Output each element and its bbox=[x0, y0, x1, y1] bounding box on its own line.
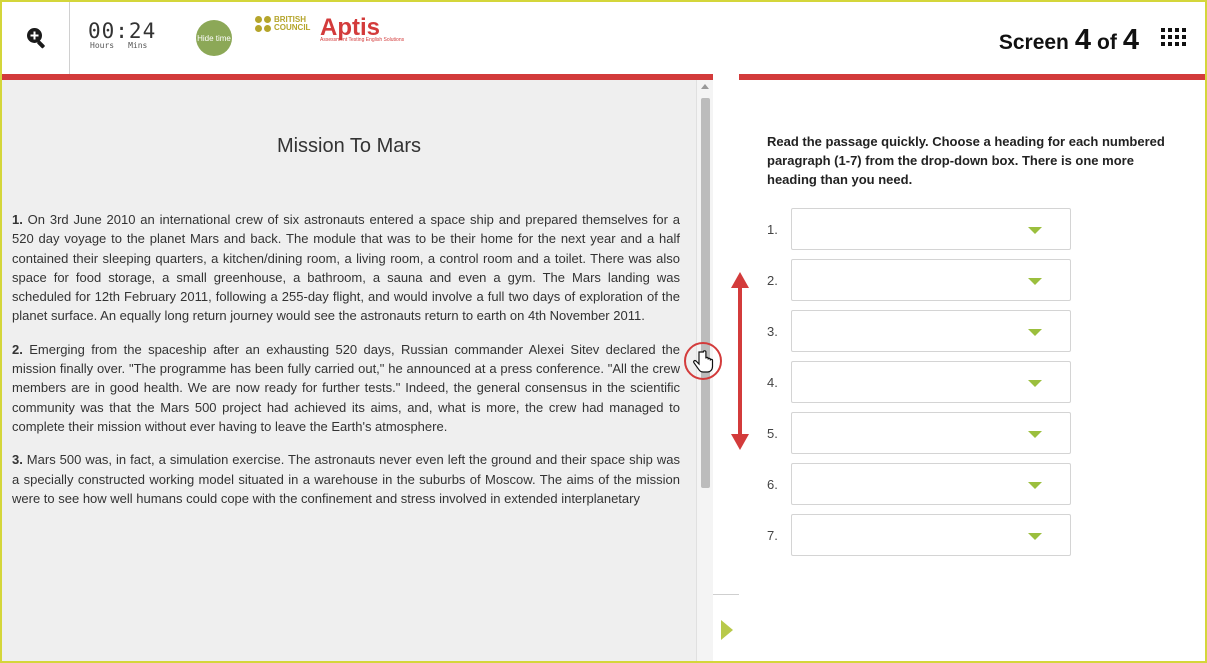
heading-number: 5. bbox=[767, 425, 778, 441]
heading-dropdown-1[interactable] bbox=[791, 208, 1071, 250]
expand-panel-icon bbox=[720, 619, 733, 640]
heading-dropdown-6[interactable] bbox=[791, 463, 1071, 505]
heading-row-7: 7. bbox=[767, 514, 1071, 556]
heading-dropdown-2[interactable] bbox=[791, 259, 1071, 301]
grid-menu-icon[interactable] bbox=[1161, 28, 1187, 48]
paragraph-2: 2. Emerging from the spaceship after an … bbox=[12, 340, 680, 436]
screen-current: 4 bbox=[1074, 24, 1092, 56]
zoom-button[interactable] bbox=[2, 2, 70, 74]
heading-number: 4. bbox=[767, 374, 778, 390]
heading-number: 3. bbox=[767, 323, 778, 339]
scroll-up-icon[interactable] bbox=[701, 84, 709, 89]
british-council-text: BRITISH COUNCIL bbox=[274, 15, 311, 32]
heading-row-4: 4. bbox=[767, 361, 1071, 403]
scroll-thumb[interactable] bbox=[701, 98, 710, 488]
heading-dropdown-3[interactable] bbox=[791, 310, 1071, 352]
passage-title: Mission To Mars bbox=[276, 135, 422, 157]
passage-panel: Mission To Mars 1. On 3rd June 2010 an i… bbox=[2, 80, 696, 661]
chevron-down-icon bbox=[1028, 482, 1042, 489]
paragraph-number: 1. bbox=[12, 212, 23, 227]
expand-panel-button[interactable] bbox=[713, 594, 741, 661]
paragraph-1: 1. On 3rd June 2010 an international cre… bbox=[12, 210, 680, 326]
double-arrow-icon bbox=[731, 272, 749, 450]
header: 00:24 Hours Mins Hide time BRITISH COUNC… bbox=[2, 2, 1205, 74]
passage-text: 1. On 3rd June 2010 an international cre… bbox=[12, 210, 680, 522]
screen-prefix: Screen bbox=[998, 31, 1069, 54]
british-council-logo: BRITISH COUNCIL bbox=[255, 16, 314, 32]
timer: 00:24 Hours Mins bbox=[88, 19, 156, 50]
heading-number: 7. bbox=[767, 527, 778, 543]
heading-dropdown-5[interactable] bbox=[791, 412, 1071, 454]
screen-indicator: Screen 4 of 4 bbox=[999, 24, 1139, 57]
heading-row-6: 6. bbox=[767, 463, 1071, 505]
screen-of: of bbox=[1097, 31, 1117, 54]
hide-time-button[interactable]: Hide time bbox=[196, 20, 232, 56]
paragraph-text: Emerging from the spaceship after an exh… bbox=[12, 341, 680, 434]
aptis-tagline: Assessment Testing English Solutions bbox=[320, 37, 405, 43]
zoom-in-icon bbox=[26, 28, 45, 49]
screen-total: 4 bbox=[1122, 24, 1139, 56]
chevron-down-icon bbox=[1028, 278, 1042, 285]
paragraph-number: 3. bbox=[12, 452, 23, 468]
hand-cursor-icon bbox=[684, 342, 722, 380]
heading-dropdown-7[interactable] bbox=[791, 514, 1071, 556]
heading-row-5: 5. bbox=[767, 412, 1071, 454]
aptis-logo: BRITISH COUNCIL Aptis Assessment Testing… bbox=[255, 16, 404, 43]
heading-number: 6. bbox=[767, 476, 778, 492]
task-panel: Read the passage quickly. Choose a headi… bbox=[739, 80, 1205, 661]
chevron-down-icon bbox=[1028, 380, 1042, 387]
chevron-down-icon bbox=[1028, 431, 1042, 438]
heading-number: 1. bbox=[767, 221, 778, 237]
paragraph-3: 3. Mars 500 was, in fact, a simulation e… bbox=[12, 450, 680, 508]
paragraph-text: On 3rd June 2010 an international crew o… bbox=[12, 212, 680, 324]
heading-row-3: 3. bbox=[767, 310, 1071, 352]
timer-mins-label: Mins bbox=[128, 41, 148, 50]
app-frame: 00:24 Hours Mins Hide time BRITISH COUNC… bbox=[0, 0, 1207, 663]
heading-number: 2. bbox=[767, 272, 778, 288]
chevron-down-icon bbox=[1028, 329, 1042, 336]
timer-hours-label: Hours bbox=[90, 41, 115, 50]
chevron-down-icon bbox=[1028, 227, 1042, 234]
task-instructions: Read the passage quickly. Choose a headi… bbox=[767, 134, 1165, 187]
paragraph-text: Mars 500 was, in fact, a simulation exer… bbox=[12, 452, 680, 506]
timer-value: 00:24 bbox=[88, 19, 157, 43]
heading-row-1: 1. bbox=[767, 208, 1071, 250]
heading-dropdown-4[interactable] bbox=[791, 361, 1071, 403]
chevron-down-icon bbox=[1028, 533, 1042, 540]
heading-row-2: 2. bbox=[767, 259, 1071, 301]
paragraph-number: 2. bbox=[12, 341, 23, 357]
